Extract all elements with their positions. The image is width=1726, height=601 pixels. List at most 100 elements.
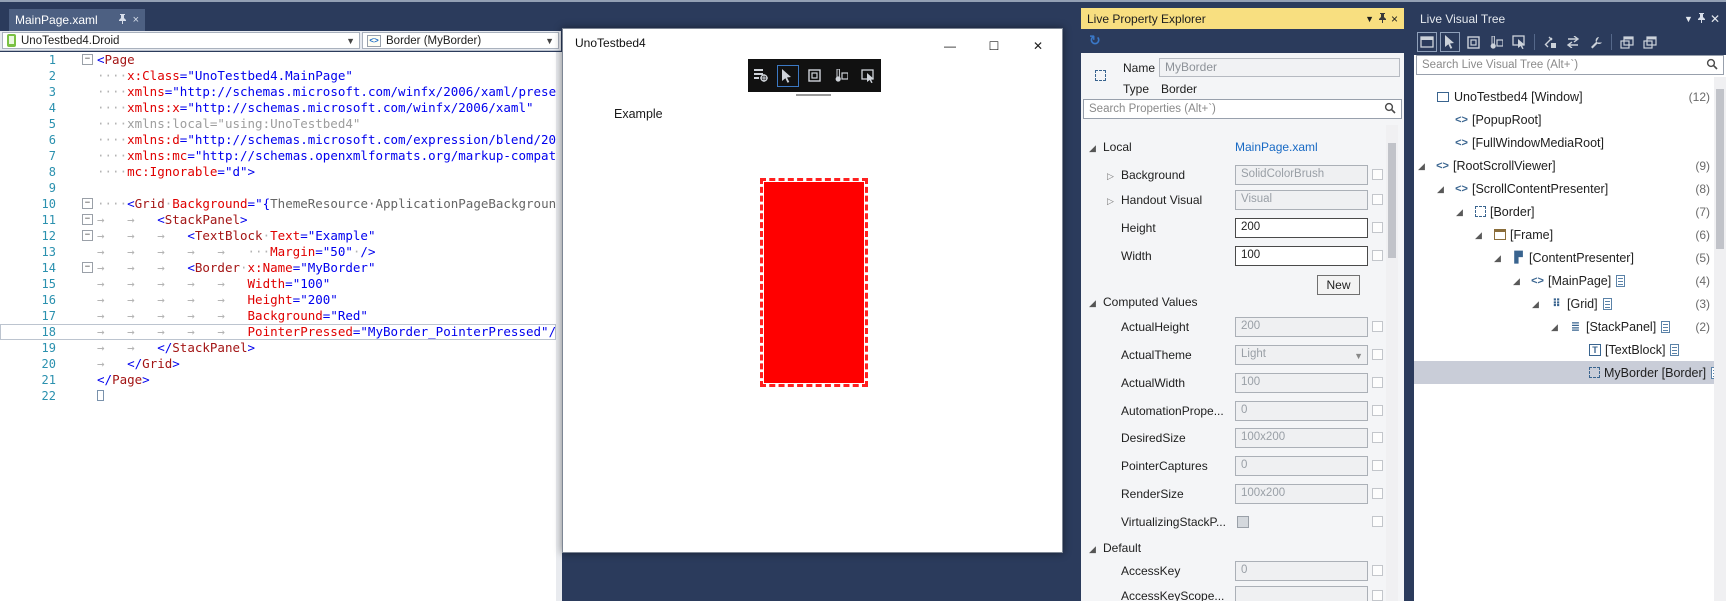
tree-node-MainPage[interactable]: ◢ <> [MainPage] (4) (1414, 269, 1714, 292)
close-panel-icon[interactable]: ✕ (1710, 12, 1720, 26)
select-element-icon[interactable] (1509, 32, 1529, 52)
maximize-button[interactable]: ☐ (985, 37, 1003, 55)
pin-icon[interactable] (1378, 12, 1387, 26)
property-expander-icon[interactable]: ▷ (1107, 171, 1114, 182)
lvt-scrollbar[interactable] (1714, 77, 1726, 601)
name-field[interactable]: MyBorder (1159, 58, 1400, 77)
source-document-icon[interactable] (1616, 274, 1626, 287)
code-line-10[interactable]: 10 − ····<Grid·Background="{ThemeResource·… (0, 196, 556, 212)
code-line-12[interactable]: 12 − → → → <TextBlock·Text="Example" (0, 228, 556, 244)
code-line-5[interactable]: 5 ····xmlns:local="using:UnoTestbed4" (0, 116, 556, 132)
select-element-icon[interactable] (858, 65, 880, 87)
section-expander-icon[interactable]: ◢ (1089, 143, 1096, 154)
track-focused-element-icon[interactable] (1486, 32, 1506, 52)
code-line-16[interactable]: 16 → → → → → Height="200" (0, 292, 556, 308)
property-value-field[interactable]: 100 (1235, 246, 1368, 266)
source-document-icon[interactable] (1602, 297, 1612, 310)
lpe-scrollbar[interactable] (1386, 125, 1398, 601)
tree-expander-icon[interactable]: ◢ (1475, 230, 1482, 241)
code-line-19[interactable]: 19 → → </StackPanel> (0, 340, 556, 356)
source-file-link[interactable]: MainPage.xaml (1235, 140, 1318, 154)
property-pin-checkbox[interactable] (1372, 460, 1383, 471)
property-value-checkbox[interactable] (1237, 516, 1249, 528)
tree-node-FullWindowMediaRoot[interactable]: <> [FullWindowMediaRoot] (1414, 131, 1714, 154)
track-focused-element-icon[interactable] (831, 65, 853, 87)
property-pin-checkbox[interactable] (1372, 321, 1383, 332)
tree-node-Border[interactable]: ◢ [Border] (7) (1414, 200, 1714, 223)
project-dropdown[interactable]: UnoTestbed4.Droid ▼ (2, 32, 360, 49)
toolbar-grip[interactable] (796, 94, 831, 96)
code-line-7[interactable]: 7 ····xmlns:mc="http://schemas.openxmlfor… (0, 148, 556, 164)
pin-icon[interactable] (1697, 12, 1706, 26)
lpe-header[interactable]: Live Property Explorer ▼ × (1081, 8, 1404, 29)
tree-expander-icon[interactable]: ◢ (1494, 253, 1501, 264)
fold-collapse-icon[interactable]: − (82, 262, 93, 273)
enable-selection-icon[interactable] (776, 64, 799, 87)
code-line-4[interactable]: 4 ····xmlns:x="http://schemas.microsoft.c… (0, 100, 556, 116)
select-window-icon[interactable] (1417, 32, 1437, 52)
expand-all-icon[interactable] (1640, 32, 1660, 52)
code-line-2[interactable]: 2 ····x:Class="UnoTestbed4.MainPage" (0, 68, 556, 84)
xaml-code-editor[interactable]: 1− <Page 2 ····x:Class="UnoTestbed4.MainPag… (0, 52, 556, 601)
tree-node-RootScrollViewer[interactable]: ◢ <> [RootScrollViewer] (9) (1414, 154, 1714, 177)
code-line-14[interactable]: 14 − → → → <Border·x:Name="MyBorder" (0, 260, 556, 276)
tree-expander-icon[interactable]: ◢ (1456, 207, 1463, 218)
code-line-20[interactable]: 20 → </Grid> (0, 356, 556, 372)
pin-icon[interactable] (118, 13, 127, 27)
display-layout-adorners-icon[interactable] (1463, 32, 1483, 52)
chevron-down-icon[interactable]: ▼ (1365, 14, 1374, 24)
source-document-icon[interactable] (1661, 320, 1671, 333)
search-properties-input[interactable]: Search Properties (Alt+`) (1083, 99, 1402, 119)
search-live-visual-tree-input[interactable]: Search Live Visual Tree (Alt+`) (1416, 55, 1724, 75)
tree-node-ContentPresenter[interactable]: ◢ ▛ [ContentPresenter] (5) (1414, 246, 1714, 269)
code-line-11[interactable]: 11 − → → <StackPanel> (0, 212, 556, 228)
tree-expander-icon[interactable]: ◢ (1532, 299, 1539, 310)
code-line-1[interactable]: 1 − <Page (0, 52, 556, 68)
lvt-header[interactable]: Live Visual Tree ▼ ✕ (1414, 8, 1726, 29)
code-line-13[interactable]: 13 → → → → → ···Margin="50"·/> (0, 244, 556, 260)
section-expander-icon[interactable]: ◢ (1089, 298, 1096, 309)
minimize-button[interactable]: — (941, 37, 959, 55)
tree-node-StackPanel[interactable]: ◢ ≣ [StackPanel] (2) (1414, 315, 1714, 338)
fold-collapse-icon[interactable]: − (82, 214, 93, 225)
fold-collapse-icon[interactable]: − (82, 230, 93, 241)
tree-expander-icon[interactable]: ◢ (1551, 322, 1558, 333)
property-pin-checkbox[interactable] (1372, 405, 1383, 416)
fold-collapse-icon[interactable]: − (82, 198, 93, 209)
display-layout-adorners-icon[interactable] (804, 65, 826, 87)
property-pin-checkbox[interactable] (1372, 377, 1383, 388)
tree-node-ScrollContentPresenter[interactable]: ◢ <> [ScrollContentPresenter] (8) (1414, 177, 1714, 200)
property-pin-checkbox[interactable] (1372, 432, 1383, 443)
property-pin-checkbox[interactable] (1372, 488, 1383, 499)
go-to-live-visual-tree-icon[interactable] (750, 65, 772, 87)
enable-inapp-toolbar-icon[interactable] (1540, 32, 1560, 52)
code-line-22[interactable]: 22 (0, 388, 556, 404)
code-line-17[interactable]: 17 → → → → → Background="Red" (0, 308, 556, 324)
code-line-15[interactable]: 15 → → → → → Width="100" (0, 276, 556, 292)
myborder-red-rectangle[interactable] (760, 178, 868, 387)
enable-selection-icon[interactable] (1440, 32, 1460, 52)
tree-expander-icon[interactable]: ◢ (1513, 276, 1520, 287)
code-line-9[interactable]: 9 (0, 180, 556, 196)
tab-mainpage-xaml[interactable]: MainPage.xaml × (9, 9, 145, 31)
code-line-21[interactable]: 21 </Page> (0, 372, 556, 388)
tree-node-Frame[interactable]: ◢ [Frame] (6) (1414, 223, 1714, 246)
property-pin-checkbox[interactable] (1372, 250, 1383, 261)
property-pin-checkbox[interactable] (1372, 349, 1383, 360)
source-document-icon[interactable] (1670, 343, 1680, 356)
sync-selection-icon[interactable] (1563, 32, 1583, 52)
property-pin-checkbox[interactable] (1372, 516, 1383, 527)
property-expander-icon[interactable]: ▷ (1107, 196, 1114, 207)
tree-node-TextBlock[interactable]: T [TextBlock] (1414, 338, 1714, 361)
format-xaml-icon[interactable] (1586, 32, 1606, 52)
code-line-8[interactable]: 8 ····mc:Ignorable="d"> (0, 164, 556, 180)
tree-node-MyBorderBorder[interactable]: MyBorder [Border] (1414, 361, 1721, 384)
close-panel-icon[interactable]: × (1391, 12, 1398, 26)
fold-collapse-icon[interactable]: − (82, 54, 93, 65)
property-pin-checkbox[interactable] (1372, 590, 1383, 601)
element-dropdown[interactable]: <> Border (MyBorder) ▼ (362, 32, 559, 49)
property-pin-checkbox[interactable] (1372, 169, 1383, 180)
tree-node-UnoTestbed4Window[interactable]: UnoTestbed4 [Window] (12) (1414, 85, 1714, 108)
property-pin-checkbox[interactable] (1372, 222, 1383, 233)
refresh-icon[interactable]: ↻ (1089, 32, 1101, 49)
